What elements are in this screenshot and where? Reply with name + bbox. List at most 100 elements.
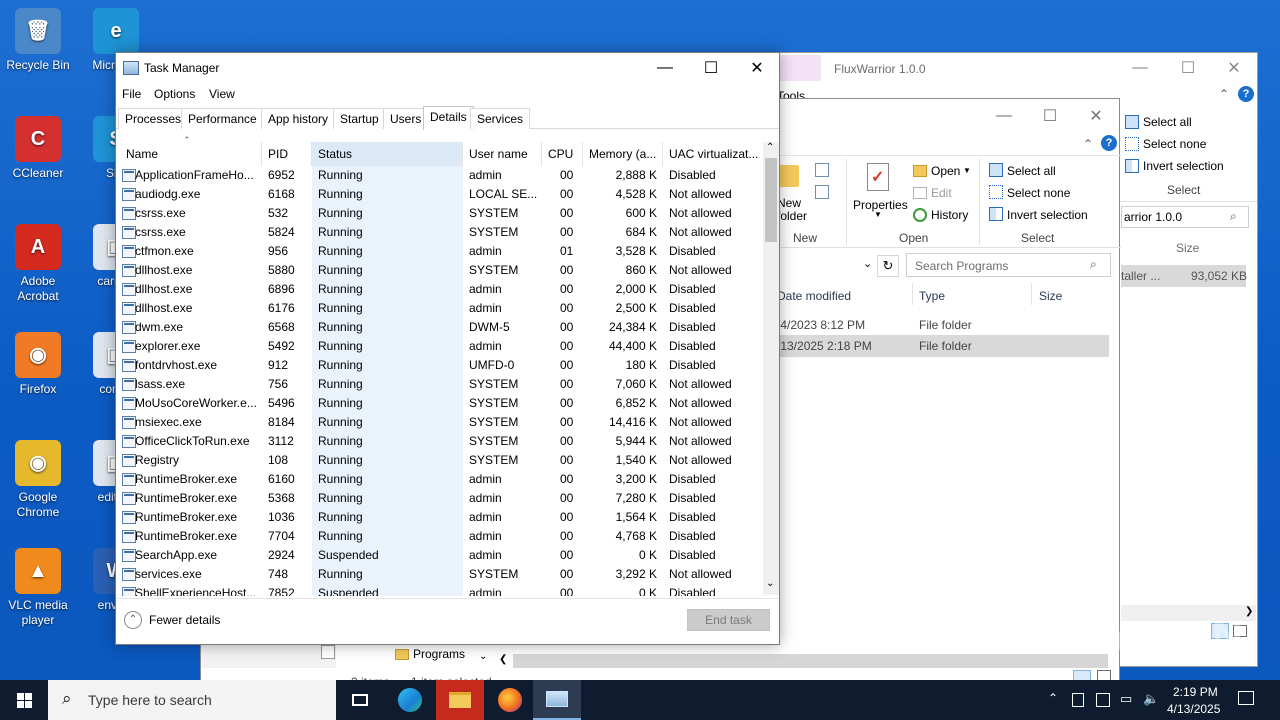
column-memory[interactable]: Memory (a... [583,142,663,166]
scroll-right-icon[interactable]: ❯ [1245,606,1253,617]
desktop-icon[interactable]: ▲ VLC media player [0,548,76,628]
open-button[interactable]: Open [931,164,960,178]
process-row[interactable]: ApplicationFrameHo... 6952 Running admin 00 2… [120,166,765,185]
file-row-selected[interactable]: /13/2025 2:18 PM File folder [777,335,1109,357]
process-row[interactable]: SearchApp.exe 2924 Suspended admin 00 0 K Disa… [120,546,765,565]
tab-processes[interactable]: Processes [118,108,189,129]
process-row[interactable]: explorer.exe 5492 Running admin 00 44,400 K Di… [120,337,765,356]
properties-dropdown-icon[interactable]: ▼ [874,210,882,219]
history-button[interactable]: History [931,208,968,222]
nav-scroll-thumb[interactable] [321,645,335,659]
column-cpu[interactable]: CPU [542,142,583,166]
taskbar-search-box[interactable]: ⌕ Type here to search [48,680,336,720]
process-row[interactable]: OfficeClickToRun.exe 3112 Running SYSTEM 00 5… [120,432,765,451]
column-uac-virtualization[interactable]: UAC virtualizat... [663,142,764,166]
search-programs-input[interactable]: Search Programs ⌕ [906,253,1111,277]
column-user-name[interactable]: User name [463,142,542,166]
desktop-icon[interactable]: ◉ Firefox [0,332,76,397]
column-status[interactable]: Status [312,142,463,166]
process-row[interactable]: Registry 108 Running SYSTEM 00 1,540 K Not all… [120,451,765,470]
minimize-button[interactable]: — [642,53,688,83]
close-button[interactable]: ✕ [734,53,780,83]
easy-access-icon[interactable] [815,185,829,199]
tray-app-icon[interactable] [1072,693,1084,707]
process-row[interactable]: ShellExperienceHost... 7852 Suspended admin… [120,584,765,596]
process-row[interactable]: msiexec.exe 8184 Running SYSTEM 00 14,416 K No… [120,413,765,432]
process-row[interactable]: services.exe 748 Running SYSTEM 00 3,292 K Not… [120,565,765,584]
size-column-header[interactable]: Size [1176,241,1199,255]
process-row[interactable]: csrss.exe 532 Running SYSTEM 00 600 K Not allo… [120,204,765,223]
process-row[interactable]: RuntimeBroker.exe 5368 Running admin 00 7,280… [120,489,765,508]
process-row[interactable]: lsass.exe 756 Running SYSTEM 00 7,060 K Not al… [120,375,765,394]
process-row[interactable]: ctfmon.exe 956 Running admin 01 3,528 K Disabl… [120,242,765,261]
process-row[interactable]: RuntimeBroker.exe 1036 Running admin 00 1,564… [120,508,765,527]
tab-startup[interactable]: Startup [333,108,386,129]
maximize-button[interactable]: ☐ [1165,53,1211,83]
file-explorer-taskbar-icon[interactable] [436,680,484,720]
menu-file[interactable]: File [122,87,141,101]
process-row[interactable]: dllhost.exe 6176 Running admin 00 2,500 K Disa… [120,299,765,318]
type-column-header[interactable]: Type [919,289,945,303]
date-modified-column-header[interactable]: Date modified [777,289,851,303]
task-view-icon[interactable] [336,680,384,720]
tab-services[interactable]: Services [470,108,531,129]
menu-view[interactable]: View [209,87,235,101]
file-row[interactable]: /4/2023 8:12 PM File folder [777,314,1109,334]
scroll-up-icon[interactable]: ⌃ [766,142,774,153]
collapse-ribbon-icon[interactable]: ⌃ [1219,87,1229,101]
select-none-button[interactable]: Select none [1007,186,1070,200]
end-task-button[interactable]: End task [687,609,770,631]
column-pid[interactable]: PID [262,142,312,166]
edge-taskbar-icon[interactable] [386,680,434,720]
desktop-icon[interactable]: A Adobe Acrobat [0,224,76,304]
select-all-button[interactable]: Select all [1143,115,1192,129]
process-row[interactable]: dwm.exe 6568 Running DWM-5 00 24,384 K Disable… [120,318,765,337]
show-hidden-icons[interactable]: ⌃ [1048,691,1058,705]
edit-button[interactable]: Edit [931,186,952,200]
address-dropdown-icon[interactable]: ⌄ [863,257,872,270]
process-row[interactable]: RuntimeBroker.exe 6160 Running admin 00 3,200… [120,470,765,489]
fewer-details-button[interactable]: Fewer details [149,613,220,627]
column-name[interactable]: Name [120,142,262,166]
process-row[interactable]: audiodg.exe 6168 Running LOCAL SE... 00 4,528… [120,185,765,204]
tray-app-icon[interactable] [1096,693,1110,707]
process-row[interactable]: MoUsoCoreWorker.e... 5496 Running SYSTEM 00 6… [120,394,765,413]
desktop-icon[interactable]: 🗑 Recycle Bin [0,8,76,73]
size-column-header[interactable]: Size [1039,289,1062,303]
close-button[interactable]: ✕ [1073,101,1119,131]
task-manager-window[interactable]: Task Manager — ☐ ✕ File Options View Pro… [115,52,780,645]
process-row[interactable]: csrss.exe 5824 Running SYSTEM 00 684 K Not all… [120,223,765,242]
process-row[interactable]: dllhost.exe 5880 Running SYSTEM 00 860 K Not a… [120,261,765,280]
task-manager-taskbar-icon[interactable] [533,680,581,720]
scroll-down-icon[interactable]: ⌄ [766,578,774,589]
new-folder-button[interactable]: New folder [777,197,817,223]
vertical-scrollbar[interactable]: ⌃ ⌄ [763,142,779,595]
minimize-button[interactable]: — [981,101,1027,131]
collapse-ribbon-icon[interactable]: ⌃ [1083,137,1093,151]
tab-users[interactable]: Users [383,108,429,129]
nav-item-programs[interactable]: Programs [413,647,465,661]
open-dropdown-icon[interactable]: ▼ [963,166,971,175]
search-box-back[interactable]: arrior 1.0.0 ⌕ [1121,206,1249,228]
fewer-details-icon[interactable]: ⌃ [124,611,142,629]
maximize-button[interactable]: ☐ [688,53,734,83]
network-icon[interactable]: ▭ [1120,691,1132,707]
help-icon[interactable]: ? [1238,86,1254,102]
desktop-icon[interactable]: C CCleaner [0,116,76,181]
tab-app-history[interactable]: App history [261,108,336,129]
horizontal-scrollbar[interactable] [513,654,1108,668]
nav-scroll-down-icon[interactable]: ⌄ [479,651,487,662]
process-row[interactable]: dllhost.exe 6896 Running admin 00 2,000 K Disa… [120,280,765,299]
tab-performance[interactable]: Performance [181,108,264,129]
invert-selection-button[interactable]: Invert selection [1143,159,1224,173]
clock-date[interactable]: 4/13/2025 [1167,702,1220,716]
new-item-icon[interactable] [815,163,829,177]
menu-options[interactable]: Options [154,87,195,101]
close-button[interactable]: ✕ [1211,53,1257,83]
firefox-taskbar-icon[interactable] [486,680,534,720]
invert-selection-button[interactable]: Invert selection [1007,208,1088,222]
scroll-thumb[interactable] [765,158,777,242]
notifications-icon[interactable] [1238,691,1254,705]
desktop-icon[interactable]: ◉ Google Chrome [0,440,76,520]
volume-icon[interactable]: 🔈 [1143,691,1159,707]
